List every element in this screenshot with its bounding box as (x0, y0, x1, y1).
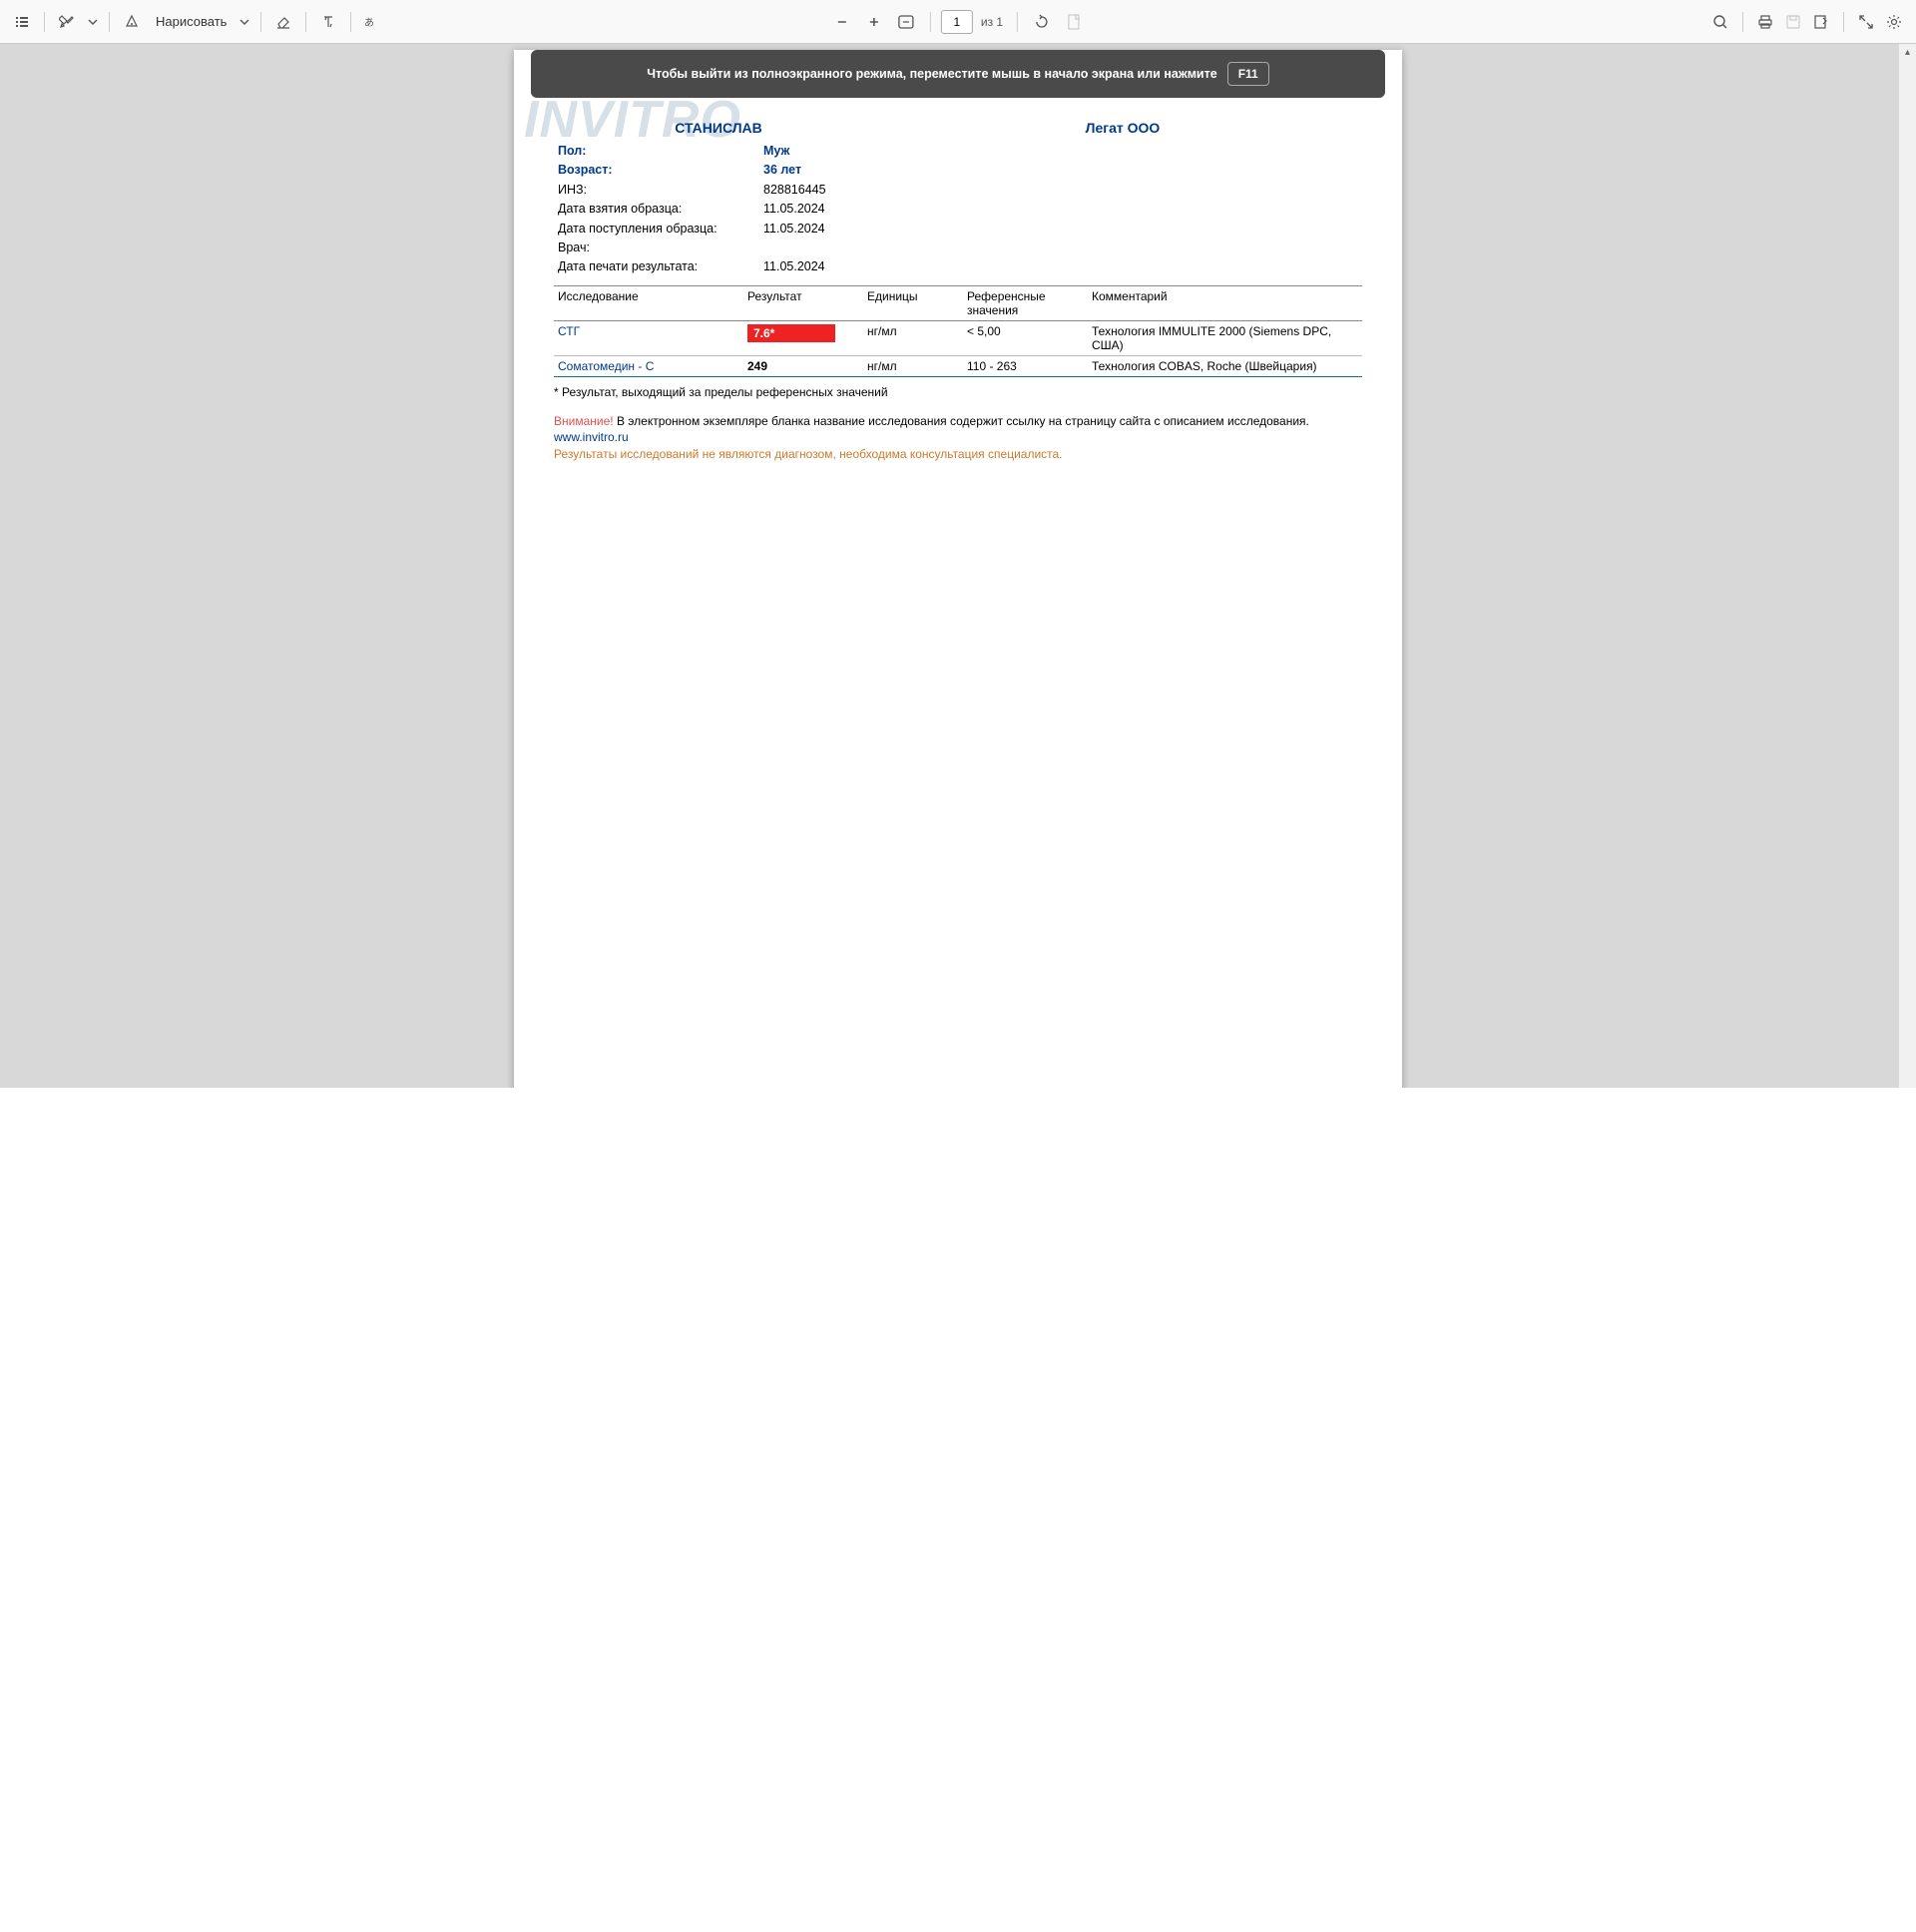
save-icon[interactable] (1779, 8, 1807, 36)
info-label: Возраст: (554, 161, 763, 180)
info-row: Врач: (554, 239, 1362, 257)
info-label: ИНЗ: (554, 181, 763, 200)
col-result: Результат (743, 285, 863, 320)
fit-page-icon[interactable] (892, 8, 920, 36)
info-table: Пол:МужВозраст:36 летИНЗ:828816445Дата в… (554, 142, 1362, 277)
svg-text:あ: あ (364, 17, 374, 29)
print-icon[interactable] (1751, 8, 1779, 36)
footnote: * Результат, выходящий за пределы рефере… (554, 385, 1362, 399)
units-value: нг/мл (863, 320, 963, 355)
draw-chevron-down-icon[interactable] (237, 8, 252, 36)
notice-text: Чтобы выйти из полноэкранного режима, пе… (647, 67, 1216, 81)
highlighter-icon[interactable] (53, 8, 81, 36)
fullscreen-icon[interactable] (1852, 8, 1880, 36)
draw-label[interactable]: Нарисовать (150, 14, 233, 29)
results-table: Исследование Результат Единицы Референсн… (554, 285, 1362, 377)
zoom-in-button[interactable] (860, 8, 888, 36)
highlighter-chevron-down-icon[interactable] (85, 8, 101, 36)
units-value: нг/мл (863, 355, 963, 376)
search-icon[interactable] (1706, 8, 1734, 36)
comment-value: Технология IMMULITE 2000 (Siemens DPC, С… (1088, 320, 1362, 355)
test-link[interactable]: СТГ (558, 324, 580, 338)
info-row: Дата поступления образца:11.05.2024 (554, 220, 1362, 239)
rotate-icon[interactable] (1028, 8, 1056, 36)
ref-value: 110 - 263 (963, 355, 1088, 376)
info-value: 11.05.2024 (763, 220, 825, 239)
result-value: 249 (747, 359, 767, 373)
result-value: 7.6* (747, 324, 835, 342)
info-label: Пол: (554, 142, 763, 161)
info-label: Врач: (554, 239, 763, 257)
patient-name: СТАНИСЛАВ (554, 120, 883, 136)
org-name: Легат ООО (883, 120, 1362, 136)
page-count-label: из 1 (981, 15, 1003, 29)
info-label: Дата поступления образца: (554, 220, 763, 239)
ref-value: < 5,00 (963, 320, 1088, 355)
info-row: Дата печати результата:11.05.2024 (554, 257, 1362, 276)
info-row: Возраст:36 лет (554, 161, 1362, 180)
text-tool-icon[interactable] (314, 8, 342, 36)
table-row: СТГ 7.6* нг/мл< 5,00Технология IMMULITE 20… (554, 320, 1362, 355)
page-number-input[interactable] (941, 10, 973, 34)
sidebar-toggle-icon[interactable] (8, 8, 36, 36)
warning-word: Внимание! (554, 414, 614, 428)
toolbar: Нарисовать あ (0, 0, 1916, 44)
eraser-icon[interactable] (269, 8, 297, 36)
info-value: 11.05.2024 (763, 257, 825, 276)
warning-block: Внимание! В электронном экземпляре бланк… (554, 413, 1362, 463)
f11-key: F11 (1227, 62, 1269, 86)
info-label: Дата печати результата: (554, 257, 763, 276)
col-units: Единицы (863, 285, 963, 320)
scroll-up-icon[interactable]: ▴ (1899, 44, 1916, 61)
col-test: Исследование (554, 285, 743, 320)
vertical-scrollbar[interactable]: ▴ (1899, 44, 1916, 1088)
document-page: INVITRO СТАНИСЛАВ Легат ООО Пол:МужВозра… (514, 50, 1402, 1088)
table-row: Соматомедин - С 249 нг/мл110 - 263Технолог… (554, 355, 1362, 376)
info-label: Дата взятия образца: (554, 200, 763, 219)
fullscreen-notice: Чтобы выйти из полноэкранного режима, пе… (531, 50, 1385, 98)
comment-value: Технология COBAS, Roche (Швейцария) (1088, 355, 1362, 376)
info-value: 11.05.2024 (763, 200, 825, 219)
annotate-icon[interactable] (1807, 8, 1835, 36)
disclaimer: Результаты исследований не являются диаг… (554, 447, 1063, 461)
info-row: Дата взятия образца:11.05.2024 (554, 200, 1362, 219)
test-link[interactable]: Соматомедин - С (558, 359, 654, 373)
col-ref: Референсные значения (963, 285, 1088, 320)
settings-icon[interactable] (1880, 8, 1908, 36)
info-row: Пол:Муж (554, 142, 1362, 161)
translate-icon[interactable]: あ (359, 8, 387, 36)
info-value: 828816445 (763, 181, 826, 200)
page-controls: из 1 (828, 8, 1088, 36)
zoom-out-button[interactable] (828, 8, 856, 36)
info-value: Муж (763, 142, 789, 161)
warning-text: В электронном экземпляре бланка название… (614, 414, 1309, 428)
info-value: 36 лет (763, 161, 801, 180)
draw-tool-icon[interactable] (118, 8, 146, 36)
col-comment: Комментарий (1088, 285, 1362, 320)
pdf-viewer: Нарисовать あ (0, 0, 1916, 1088)
info-row: ИНЗ:828816445 (554, 181, 1362, 200)
site-link[interactable]: www.invitro.ru (554, 430, 629, 444)
page-view-icon[interactable] (1060, 8, 1088, 36)
